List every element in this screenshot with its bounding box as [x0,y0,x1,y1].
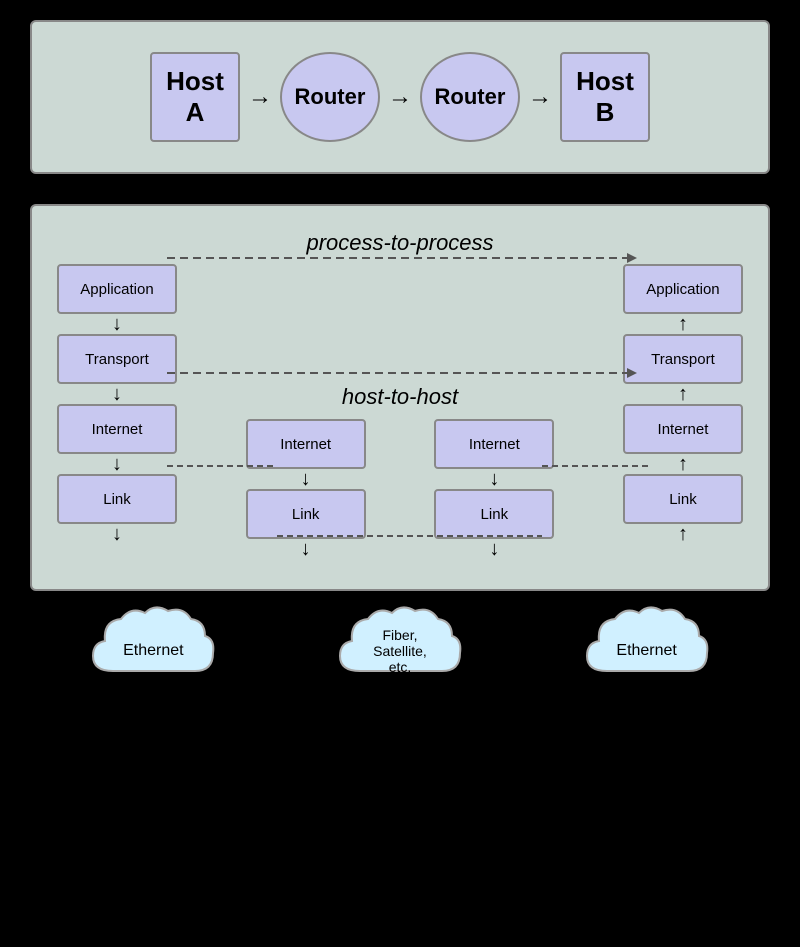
left-transport-to-internet-arrow: ↓ [112,384,122,404]
left-link-down-arrow: ↓ [112,524,122,544]
host-b-box: Host B [560,52,650,142]
router2-circle: Router [420,52,520,142]
right-ethernet-cloud: Ethernet [577,601,717,701]
right-host-transport: Transport [623,334,743,384]
left-router-internet-to-link-arrow: ↓ [301,469,311,489]
right-link-up-arrow: ↑ [678,524,688,544]
top-diagram: Host A → Router → Router → Host B [30,20,770,174]
right-router-link-up-arrow: ↓ [489,539,499,559]
host-b-label: Host B [576,66,634,128]
arrow-router1-to-router2: → [380,83,420,111]
host-a-label: Host A [166,66,224,128]
right-host-internet: Internet [623,404,743,454]
left-router-link-down-arrow: ↓ [301,539,311,559]
right-link-to-internet-arrow: ↑ [678,454,688,474]
router1-label: Router [295,84,366,110]
left-host-transport: Transport [57,334,177,384]
right-host-application: Application [623,264,743,314]
left-internet-to-link-arrow: ↓ [112,454,122,474]
process-to-process-label: process-to-process [306,230,493,256]
right-ethernet-label: Ethernet [616,642,676,660]
left-app-to-transport-arrow: ↓ [112,314,122,334]
right-router-link: Link [434,489,554,539]
clouds-row: Ethernet Fiber, Satellite, etc. Ethernet [30,601,770,701]
left-router-internet: Internet [246,419,366,469]
router2-label: Router [435,84,506,110]
left-router-link: Link [246,489,366,539]
left-ethernet-label: Ethernet [123,642,183,660]
left-host-link: Link [57,474,177,524]
host-a-box: Host A [150,52,240,142]
left-ethernet-cloud: Ethernet [83,601,223,701]
right-transport-to-app-arrow: ↑ [678,314,688,334]
left-host-internet: Internet [57,404,177,454]
arrow-host-a-to-router1: → [240,83,280,111]
middle-cloud: Fiber, Satellite, etc. [330,601,470,701]
bottom-section: process-to-process Application ↓ Transpo… [30,204,770,701]
arrow-router2-to-host-b: → [520,83,560,111]
right-router-internet: Internet [434,419,554,469]
right-host-link: Link [623,474,743,524]
bottom-diagram: process-to-process Application ↓ Transpo… [30,204,770,591]
host-to-host-label: host-to-host [342,384,458,410]
right-internet-to-transport-arrow: ↑ [678,384,688,404]
left-host-application: Application [57,264,177,314]
right-router-internet-to-link-arrow: ↓ [489,469,499,489]
middle-cloud-label: Fiber, Satellite, etc. [373,627,427,675]
router1-circle: Router [280,52,380,142]
